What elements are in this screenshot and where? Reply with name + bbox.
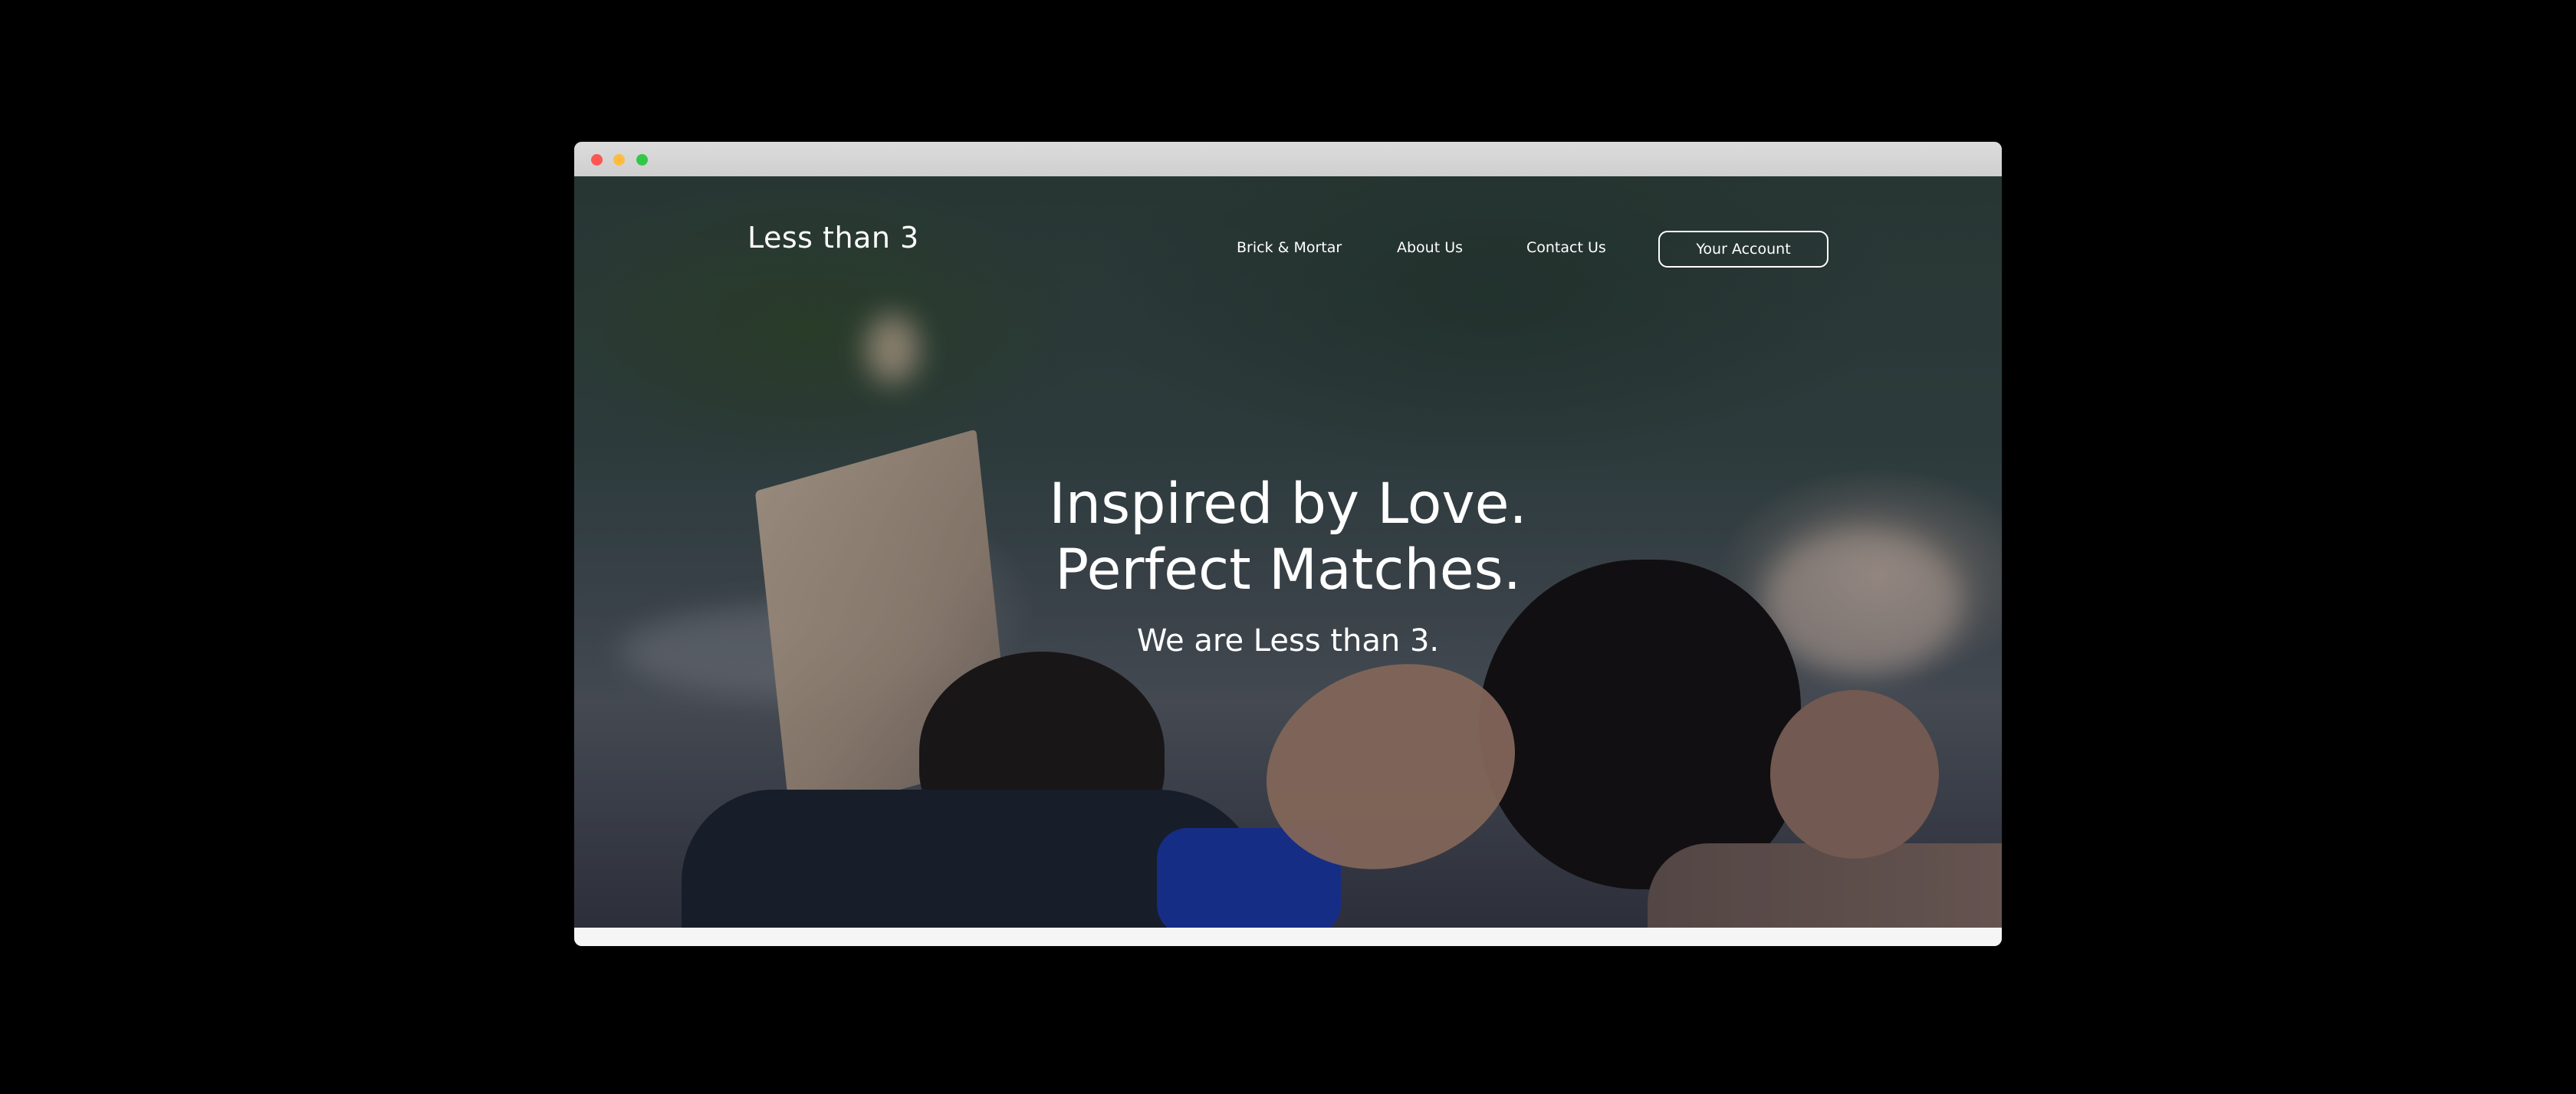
browser-window: Less than 3 Brick & Mortar About Us Cont… [574,142,2002,946]
brand-logo[interactable]: Less than 3 [748,221,919,255]
hero-subheadline: We are Less than 3. [1136,623,1440,659]
zoom-window-icon[interactable] [636,154,648,166]
nav-link-contact-us[interactable]: Contact Us [1526,239,1606,256]
hero-section: Less than 3 Brick & Mortar About Us Cont… [574,176,2002,928]
hero-headline: Inspired by Love. Perfect Matches. [574,471,2002,603]
page-bottom-strip [574,928,2002,946]
your-account-button[interactable]: Your Account [1658,231,1829,268]
window-titlebar [574,142,2002,176]
nav-link-about-us[interactable]: About Us [1397,239,1463,256]
minimize-window-icon[interactable] [613,154,625,166]
nav-link-brick-and-mortar[interactable]: Brick & Mortar [1237,239,1342,256]
hero-headline-line-1: Inspired by Love. [1049,471,1527,537]
hero-headline-line-2: Perfect Matches. [1055,537,1521,603]
close-window-icon[interactable] [591,154,603,166]
